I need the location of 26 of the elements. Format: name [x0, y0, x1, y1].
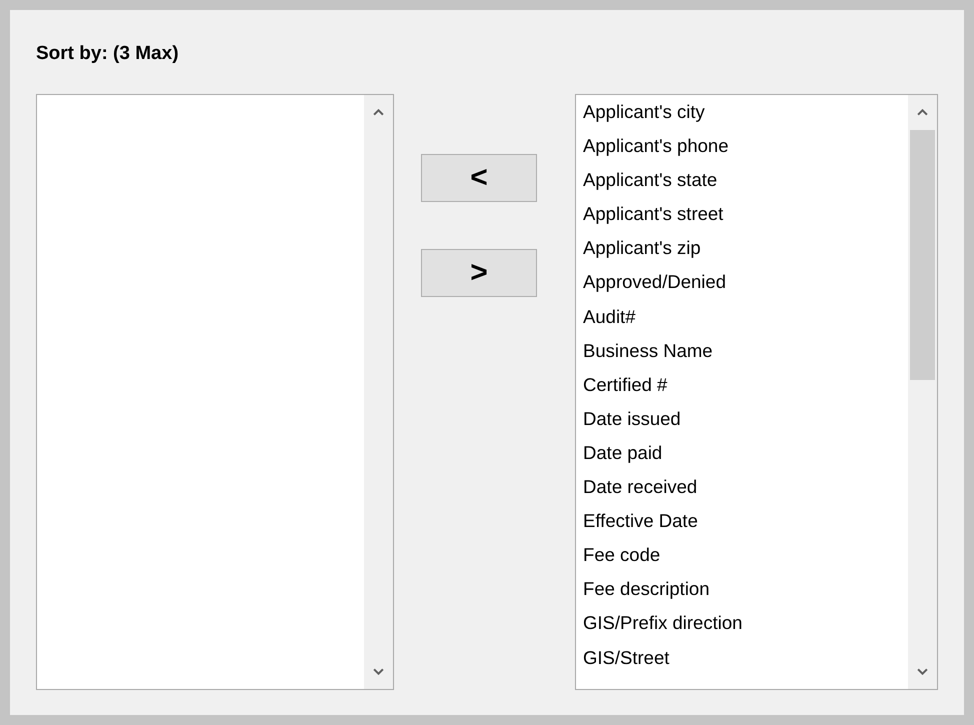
scroll-up-icon[interactable] — [373, 109, 384, 116]
scrollbar-thumb[interactable] — [910, 130, 935, 380]
scroll-down-icon[interactable] — [917, 668, 928, 675]
available-list-box[interactable] — [575, 94, 938, 690]
list-item[interactable]: Certified # — [583, 368, 900, 402]
list-item[interactable]: Applicant's street — [583, 197, 900, 232]
section-title: Sort by: (3 Max) — [36, 43, 180, 65]
list-item[interactable]: Audit# — [583, 300, 900, 334]
list-item[interactable]: Effective Date — [583, 504, 900, 538]
list-item[interactable]: Approved/Denied — [583, 265, 900, 300]
list-item[interactable]: Applicant's city — [583, 95, 900, 130]
list-item[interactable]: Fee description — [583, 572, 900, 606]
list-item[interactable]: Applicant's zip — [583, 231, 900, 266]
list-item[interactable]: GIS/Prefix direction — [583, 606, 900, 640]
list-item[interactable]: Business Name — [583, 334, 900, 368]
move-button[interactable]: > — [421, 249, 538, 297]
list-item[interactable]: Applicant's state — [583, 163, 900, 198]
list-item[interactable]: Date issued — [583, 402, 900, 436]
list-item[interactable]: Fee code — [583, 538, 900, 572]
scroll-down-icon[interactable] — [373, 668, 384, 675]
list-item[interactable]: Date received — [583, 470, 900, 504]
scroll-up-icon[interactable] — [917, 109, 928, 116]
move-button[interactable]: < — [421, 154, 538, 202]
list-item[interactable]: Date paid — [583, 436, 900, 470]
list-item[interactable]: GIS/Street — [583, 640, 900, 675]
list-item[interactable]: Applicant's phone — [583, 129, 900, 164]
